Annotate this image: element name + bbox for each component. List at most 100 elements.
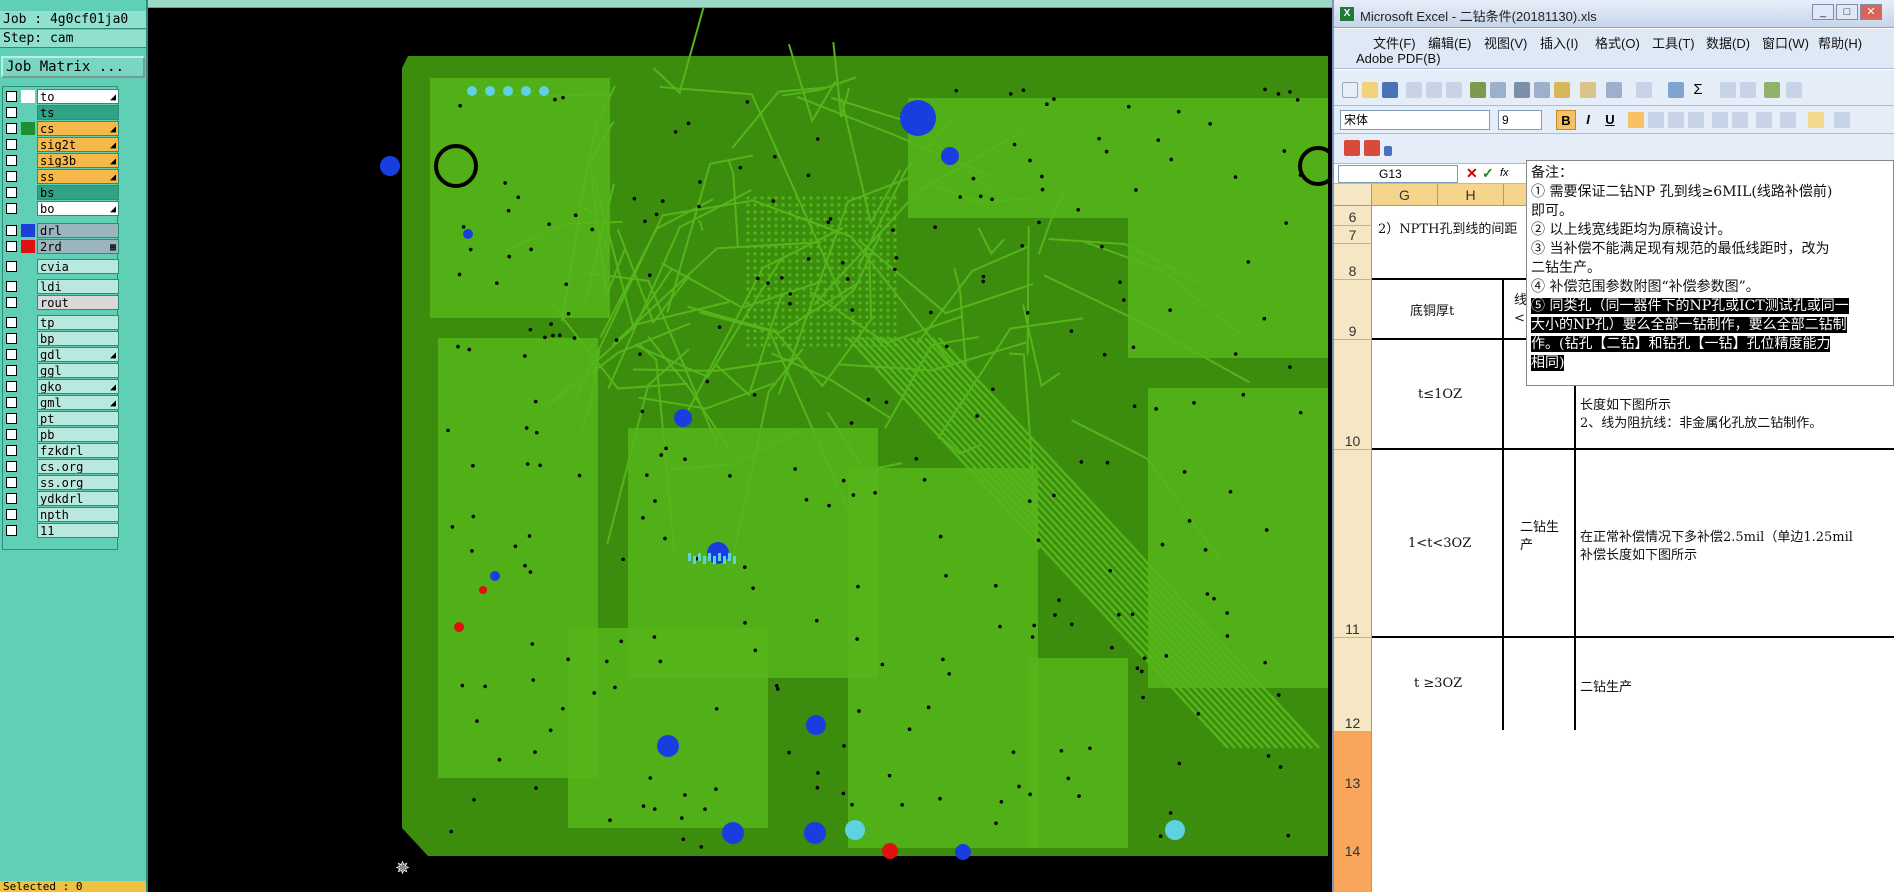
layer-name[interactable]: sig2t ◢	[37, 137, 119, 152]
cell-i11-line1[interactable]: 在正常补偿情况下多补偿2.5mil（单边1.25mil	[1580, 526, 1853, 545]
layer-name[interactable]: bp	[37, 331, 119, 346]
layer-color-swatch[interactable]	[21, 524, 35, 537]
layer-color-swatch[interactable]	[21, 224, 35, 237]
layer-row-ggl[interactable]: ggl	[3, 363, 119, 378]
increase-decimal-icon[interactable]	[1756, 112, 1772, 128]
enter-entry-icon[interactable]: ✓	[1482, 165, 1494, 182]
convert-to-pdf-icon[interactable]	[1344, 140, 1360, 156]
cut-icon[interactable]	[1514, 82, 1530, 98]
row-header-6[interactable]: 6	[1334, 206, 1372, 226]
layer-color-swatch[interactable]	[21, 412, 35, 425]
layer-checkbox[interactable]	[6, 171, 17, 182]
chart-wizard-icon[interactable]	[1764, 82, 1780, 98]
layer-name[interactable]: bo ◢	[37, 201, 119, 216]
layer-name[interactable]: gdl ◢	[37, 347, 119, 362]
layer-checkbox[interactable]	[6, 155, 17, 166]
layer-checkbox[interactable]	[6, 365, 17, 376]
drawing-icon[interactable]	[1786, 82, 1802, 98]
menu-adobe-pdf[interactable]: Adobe PDF(B)	[1356, 51, 1441, 66]
row-header-7[interactable]: 7	[1334, 226, 1372, 244]
row-header-8[interactable]: 8	[1334, 244, 1372, 280]
align-right-icon[interactable]	[1668, 112, 1684, 128]
layer-name[interactable]: ts	[37, 105, 119, 120]
undo-icon[interactable]	[1606, 82, 1622, 98]
layer-name[interactable]: ss.org	[37, 475, 119, 490]
layer-row-fzkdrl[interactable]: fzkdrl	[3, 443, 119, 458]
paste-icon[interactable]	[1554, 82, 1570, 98]
menu-help[interactable]: 帮助(H)	[1818, 33, 1862, 52]
align-center-icon[interactable]	[1648, 112, 1664, 128]
layer-row-sig3b[interactable]: sig3b ◢	[3, 153, 119, 168]
layer-row-ydkdrl[interactable]: ydkdrl	[3, 491, 119, 506]
layer-name[interactable]: to ◢	[37, 89, 119, 104]
layer-checkbox[interactable]	[6, 107, 17, 118]
layer-row-to[interactable]: to ◢	[3, 89, 119, 104]
layer-checkbox[interactable]	[6, 91, 17, 102]
layer-checkbox[interactable]	[6, 225, 17, 236]
layer-checkbox[interactable]	[6, 187, 17, 198]
layer-name[interactable]: cs ◢	[37, 121, 119, 136]
layer-row-gml[interactable]: gml ◢	[3, 395, 119, 410]
row-header-13[interactable]: 13	[1334, 732, 1372, 792]
cell-g9[interactable]: 底铜厚t	[1410, 300, 1454, 319]
column-header-g[interactable]: G	[1372, 184, 1438, 206]
cell-i12[interactable]: 二钻生产	[1580, 676, 1632, 695]
print-preview-icon[interactable]	[1446, 82, 1462, 98]
layer-checkbox[interactable]	[6, 203, 17, 214]
menu-file[interactable]: 文件(F)	[1373, 33, 1416, 52]
layer-color-swatch[interactable]	[21, 492, 35, 505]
layer-name[interactable]: rout	[37, 295, 119, 310]
layer-checkbox[interactable]	[6, 139, 17, 150]
layer-checkbox[interactable]	[6, 493, 17, 504]
font-name-select[interactable]: 宋体	[1340, 110, 1490, 130]
layer-row-bo[interactable]: bo ◢	[3, 201, 119, 216]
layer-name[interactable]: cs.org	[37, 459, 119, 474]
layer-checkbox[interactable]	[6, 397, 17, 408]
copy-icon[interactable]	[1534, 82, 1550, 98]
layer-name[interactable]: gko ◢	[37, 379, 119, 394]
layer-color-swatch[interactable]	[21, 90, 35, 103]
layer-checkbox[interactable]	[6, 123, 17, 134]
layer-checkbox[interactable]	[6, 381, 17, 392]
merge-center-icon[interactable]	[1688, 112, 1704, 128]
open-icon[interactable]	[1362, 82, 1378, 98]
layer-checkbox[interactable]	[6, 477, 17, 488]
name-box[interactable]: G13	[1338, 165, 1458, 183]
menu-view[interactable]: 视图(V)	[1484, 33, 1527, 52]
redo-icon[interactable]	[1636, 82, 1652, 98]
layer-row-ss.org[interactable]: ss.org	[3, 475, 119, 490]
maximize-button[interactable]: □	[1836, 4, 1858, 20]
cell-i11-line2[interactable]: 补偿长度如下图所示	[1580, 544, 1697, 563]
currency-icon[interactable]	[1712, 112, 1728, 128]
font-size-select[interactable]: 9	[1498, 110, 1542, 130]
layer-row-rout[interactable]: rout	[3, 295, 119, 310]
layer-color-swatch[interactable]	[21, 260, 35, 273]
close-button[interactable]: ✕	[1860, 4, 1882, 20]
layer-row-11[interactable]: 11	[3, 523, 119, 538]
layer-row-cs.org[interactable]: cs.org	[3, 459, 119, 474]
format-painter-icon[interactable]	[1580, 82, 1596, 98]
row-header-14[interactable]: 14	[1334, 792, 1372, 860]
layer-name[interactable]: fzkdrl	[37, 443, 119, 458]
layer-checkbox[interactable]	[6, 445, 17, 456]
hyperlink-icon[interactable]	[1668, 82, 1684, 98]
layer-name[interactable]: sig3b ◢	[37, 153, 119, 168]
layer-color-swatch[interactable]	[21, 280, 35, 293]
align-left-icon[interactable]	[1628, 112, 1644, 128]
permission-icon[interactable]	[1406, 82, 1422, 98]
layer-checkbox[interactable]	[6, 241, 17, 252]
cell-g10[interactable]: t≤1OZ	[1418, 387, 1462, 402]
layer-name[interactable]: 11	[37, 523, 119, 538]
sort-ascending-icon[interactable]	[1720, 82, 1736, 98]
research-icon[interactable]	[1490, 82, 1506, 98]
row-header-9[interactable]: 9	[1334, 280, 1372, 340]
layer-color-swatch[interactable]	[21, 154, 35, 167]
layer-name[interactable]: drl	[37, 223, 119, 238]
percent-icon[interactable]	[1732, 112, 1748, 128]
fill-color-icon[interactable]	[1808, 112, 1824, 128]
select-all-corner[interactable]	[1334, 184, 1372, 206]
layer-checkbox[interactable]	[6, 281, 17, 292]
spelling-icon[interactable]	[1470, 82, 1486, 98]
italic-button[interactable]: I	[1578, 110, 1598, 130]
layer-name[interactable]: pb	[37, 427, 119, 442]
